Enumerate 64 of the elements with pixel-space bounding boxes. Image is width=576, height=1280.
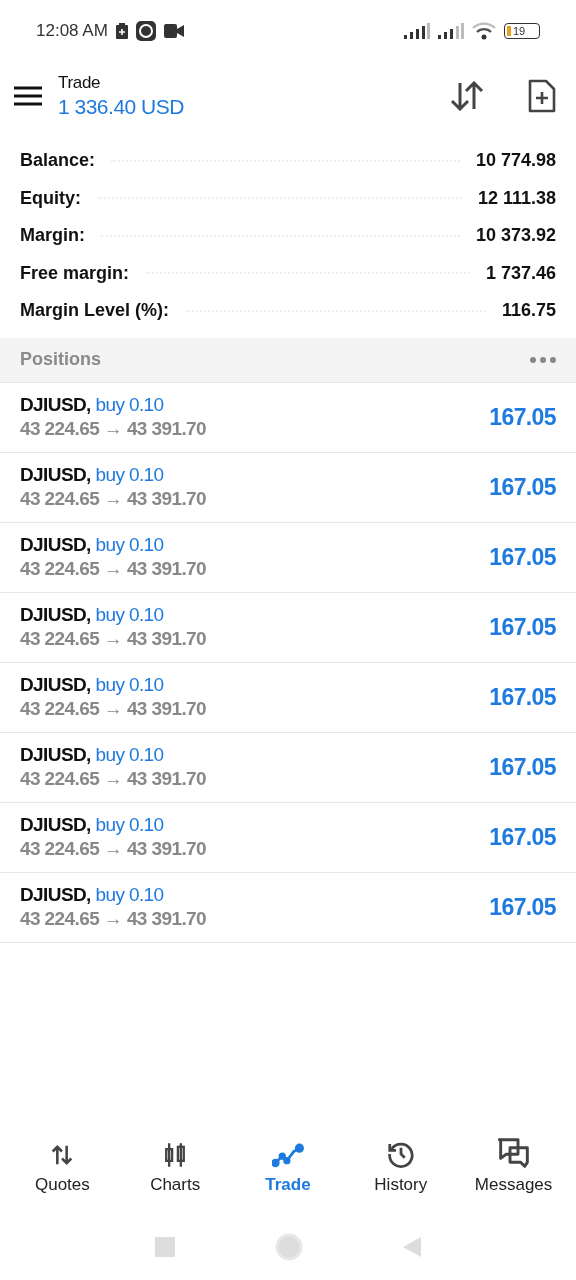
position-prices: 43 224.65 → 43 391.70	[20, 768, 206, 790]
position-profit: 167.05	[489, 613, 556, 641]
wifi-icon	[472, 22, 496, 40]
summary-label: Balance:	[20, 150, 96, 172]
position-symbol: DJIUSD,	[20, 674, 91, 695]
position-profit: 167.05	[489, 403, 556, 431]
video-camera-icon	[163, 24, 184, 38]
battery-plus-icon	[115, 23, 128, 39]
summary-value: 1 737.46	[485, 262, 556, 284]
app-icon	[135, 21, 156, 41]
status-time: 12:08 AM	[36, 21, 108, 41]
nav-tab[interactable]: History	[345, 1135, 456, 1195]
chat-bubbles-icon	[495, 1137, 532, 1169]
section-title: Positions	[20, 349, 101, 370]
position-prices: 43 224.65 → 43 391.70	[20, 908, 206, 930]
summary-value: 10 774.98	[475, 150, 556, 172]
nav-tab[interactable]: Charts	[120, 1135, 231, 1195]
position-profit: 167.05	[489, 823, 556, 851]
position-volume: buy 0.10	[95, 744, 164, 765]
nav-tab[interactable]: Trade	[233, 1135, 343, 1195]
nav-tab[interactable]: Messages	[458, 1135, 569, 1195]
line-chart-icon	[272, 1141, 304, 1169]
position-profit: 167.05	[489, 683, 556, 711]
position-symbol: DJIUSD,	[20, 744, 91, 765]
position-profit: 167.05	[489, 543, 556, 571]
position-volume: buy 0.10	[95, 884, 164, 905]
position-volume: buy 0.10	[95, 394, 164, 415]
position-volume: buy 0.10	[95, 674, 164, 695]
position-volume: buy 0.10	[95, 464, 164, 485]
summary-value: 10 373.92	[475, 225, 556, 247]
summary-label: Margin Level (%):	[20, 300, 170, 322]
position-profit: 167.05	[489, 473, 556, 501]
position-symbol: DJIUSD,	[20, 394, 91, 415]
sort-button[interactable]	[450, 81, 484, 111]
more-button[interactable]	[530, 356, 556, 363]
signal-icon	[438, 23, 464, 39]
signal-icon	[404, 23, 430, 39]
position-profit: 167.05	[489, 753, 556, 781]
summary-label: Margin:	[20, 225, 85, 247]
summary-value: 12 111.38	[477, 187, 556, 209]
position-prices: 43 224.65 → 43 391.70	[20, 838, 206, 860]
position-volume: buy 0.10	[95, 814, 164, 835]
position-symbol: DJIUSD,	[20, 534, 91, 555]
position-profit: 167.05	[489, 893, 556, 921]
screen-title: Trade	[58, 73, 102, 93]
menu-button[interactable]	[14, 85, 42, 107]
position-symbol: DJIUSD,	[20, 814, 91, 835]
position-volume: buy 0.10	[95, 604, 164, 625]
position-prices: 43 224.65 → 43 391.70	[20, 628, 206, 650]
position-symbol: DJIUSD,	[20, 884, 91, 905]
summary-label: Free margin:	[20, 262, 130, 284]
position-prices: 43 224.65 → 43 391.70	[20, 418, 206, 440]
position-prices: 43 224.65 → 43 391.70	[20, 698, 206, 720]
summary-label: Equity:	[20, 187, 81, 209]
battery-indicator: 19	[504, 23, 540, 39]
nav-tab[interactable]: Quotes	[7, 1135, 118, 1195]
position-symbol: DJIUSD,	[20, 464, 91, 485]
position-prices: 43 224.65 → 43 391.70	[20, 558, 206, 580]
new-order-button[interactable]	[528, 79, 556, 113]
position-volume: buy 0.10	[95, 534, 164, 555]
profit-amount: 1 336.40 USD	[58, 95, 185, 119]
summary-value: 116.75	[501, 300, 556, 322]
position-symbol: DJIUSD,	[20, 604, 91, 625]
position-prices: 43 224.65 → 43 391.70	[20, 488, 206, 510]
